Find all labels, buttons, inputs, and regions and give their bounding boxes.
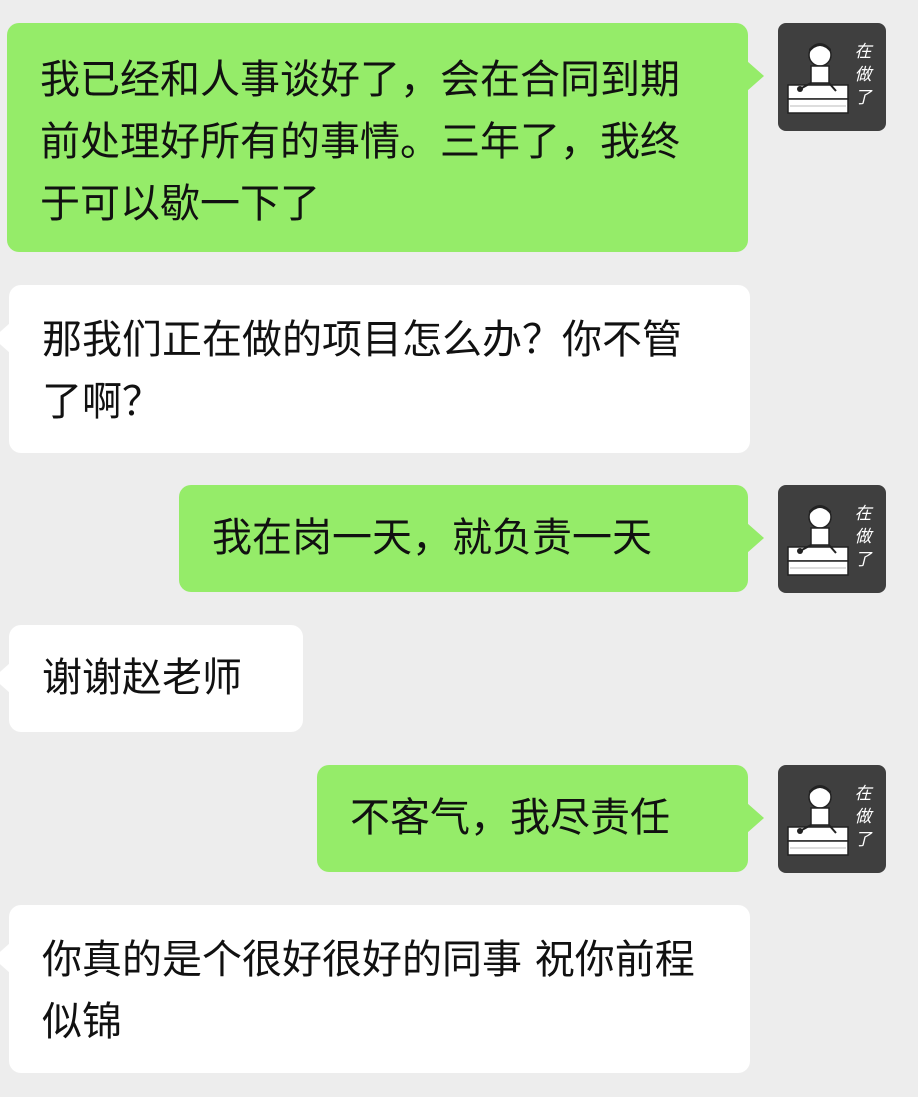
avatar[interactable]: 在 做 了	[778, 23, 886, 131]
message-bubble-outgoing[interactable]: 我已经和人事谈好了，会在合同到期前处理好所有的事情。三年了，我终于可以歇一下了	[7, 23, 764, 252]
avatar[interactable]: 在 做 了	[778, 765, 886, 873]
message-bubble-incoming[interactable]: 你真的是个很好很好的同事 祝你前程似锦	[0, 905, 750, 1073]
message-bubble-incoming[interactable]: 谢谢赵老师	[0, 625, 303, 732]
avatar[interactable]: 在 做 了	[778, 485, 886, 593]
avatar-caption: 在 做 了	[854, 784, 872, 850]
message-bubble-incoming[interactable]: 那我们正在做的项目怎么办？你不管了啊？	[0, 285, 750, 453]
chat-area: 我已经和人事谈好了，会在合同到期前处理好所有的事情。三年了，我终于可以歇一下了 …	[0, 0, 918, 1097]
avatar-caption: 在 做 了	[854, 42, 872, 108]
avatar-caption: 在 做 了	[854, 504, 872, 570]
message-bubble-outgoing[interactable]: 我在岗一天，就负责一天	[179, 485, 764, 592]
message-bubble-outgoing[interactable]: 不客气，我尽责任	[317, 765, 764, 872]
